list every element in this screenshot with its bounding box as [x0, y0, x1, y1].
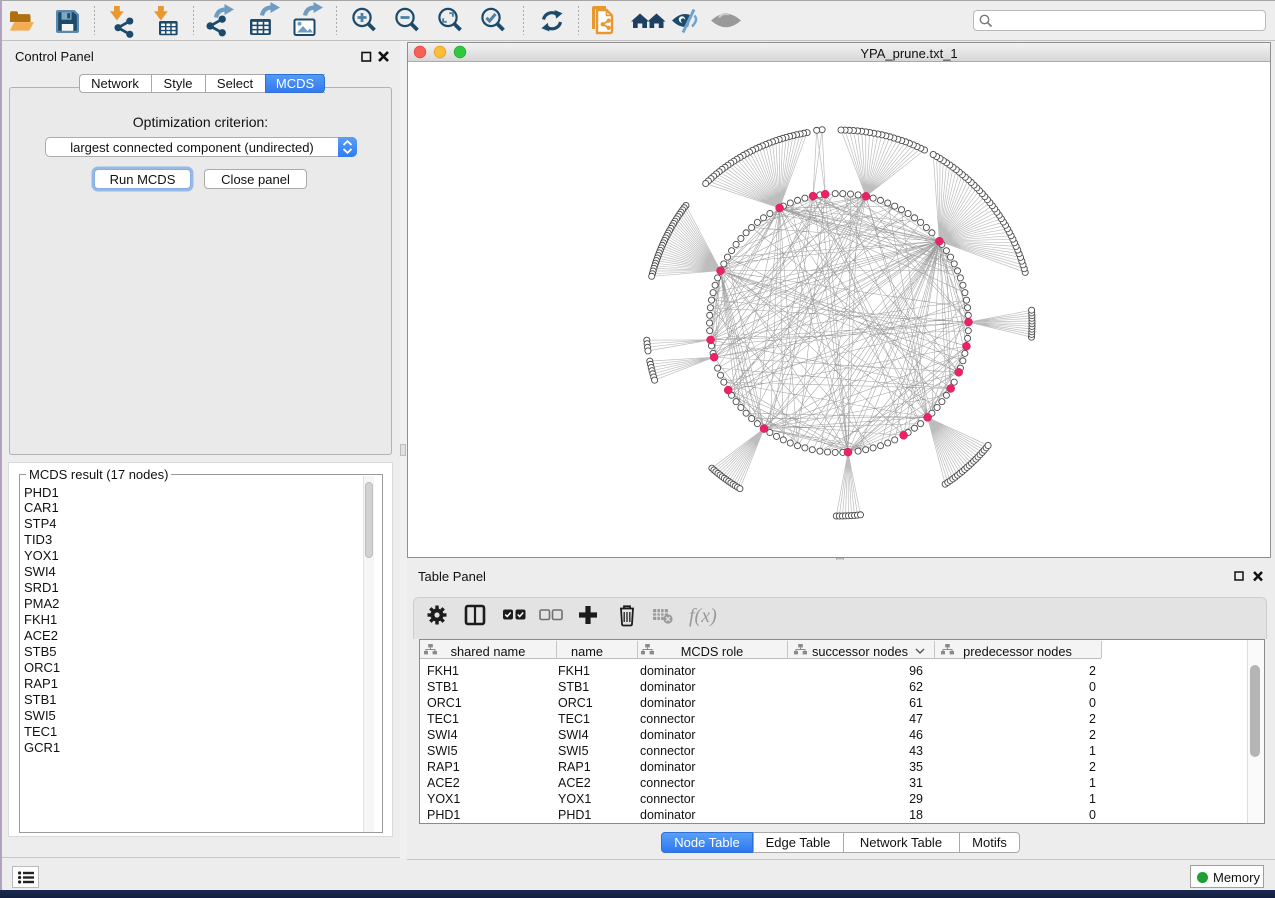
- svg-text:f(x): f(x): [689, 605, 717, 627]
